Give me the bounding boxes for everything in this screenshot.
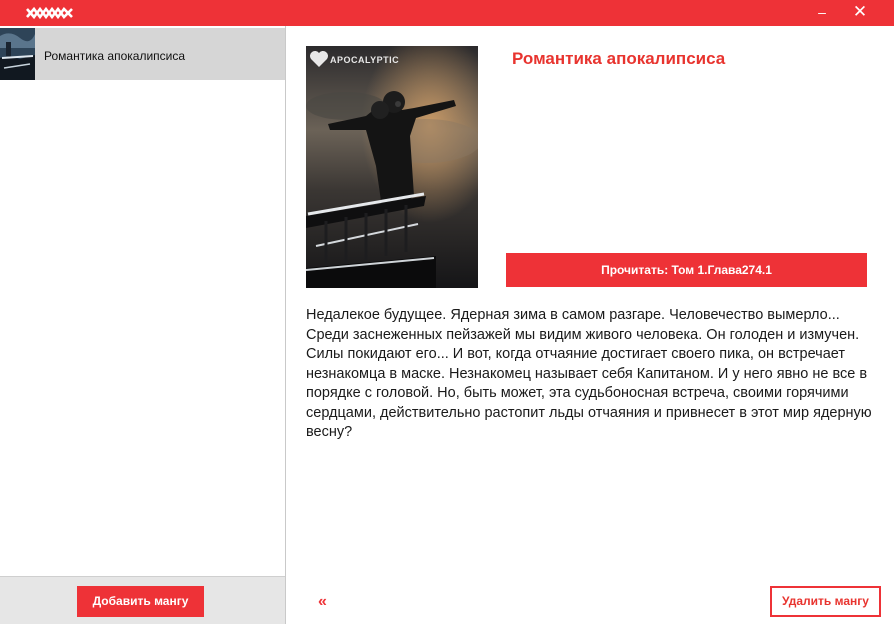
read-button[interactable]: Прочитать: Том 1.Глава274.1 bbox=[506, 253, 867, 287]
title-bar: ‒ ✕ bbox=[0, 0, 894, 26]
add-manga-button[interactable]: Добавить мангу bbox=[77, 586, 204, 617]
manga-thumbnail bbox=[0, 28, 35, 80]
cover-title-text: APOCALYPTIC bbox=[330, 55, 400, 65]
manga-title: Романтика апокалипсиса bbox=[512, 49, 726, 68]
sidebar-item-manga[interactable]: Романтика апокалипсиса bbox=[0, 28, 285, 80]
sidebar-footer: Добавить мангу bbox=[0, 576, 285, 624]
back-icon[interactable]: « bbox=[318, 592, 336, 612]
minimize-button[interactable]: ‒ bbox=[804, 0, 840, 26]
sidebar-item-label: Романтика апокалипсиса bbox=[44, 49, 186, 63]
close-button[interactable]: ✕ bbox=[842, 0, 878, 26]
manga-description: Недалекое будущее. Ядерная зима в самом … bbox=[306, 307, 872, 440]
sidebar: Романтика апокалипсиса Добавить мангу bbox=[0, 26, 286, 624]
manga-cover-image: APOCALYPTIC bbox=[306, 46, 478, 288]
delete-manga-button[interactable]: Удалить мангу bbox=[770, 586, 881, 617]
mountain-logo-icon bbox=[26, 6, 73, 20]
heart-icon bbox=[310, 51, 328, 67]
